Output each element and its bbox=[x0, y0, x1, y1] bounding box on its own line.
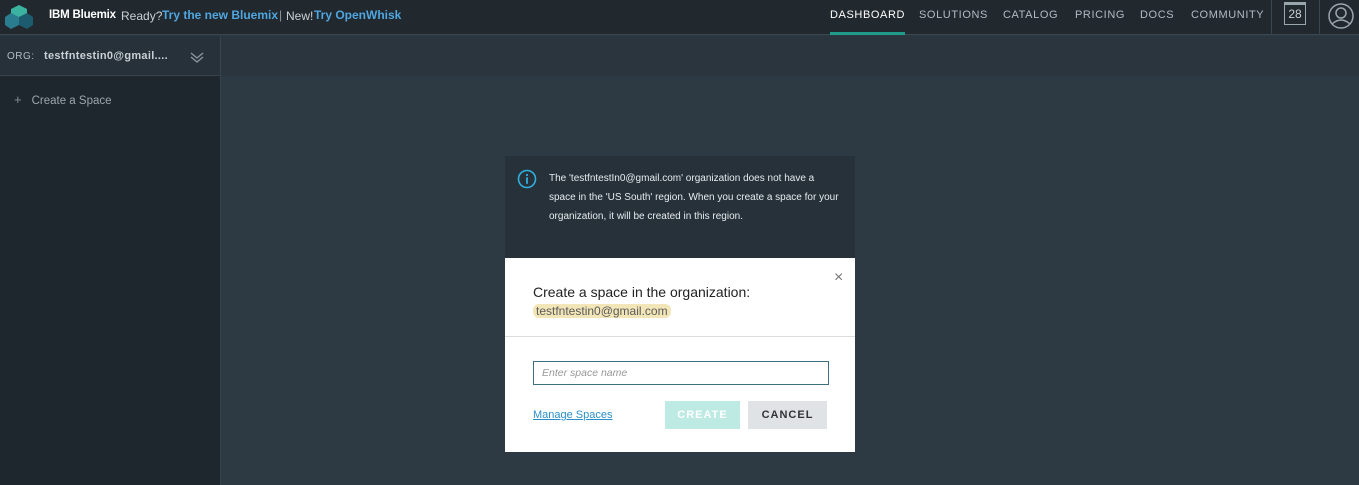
org-label: ORG: bbox=[7, 51, 35, 62]
create-button[interactable]: CREATE bbox=[665, 401, 740, 429]
dialog-divider bbox=[505, 336, 855, 337]
space-name-input[interactable] bbox=[533, 361, 829, 385]
sidebar: ORG: testfntestin0@gmail.... + Create a S… bbox=[0, 36, 221, 485]
try-new-bluemix-link[interactable]: Try the new Bluemix bbox=[162, 8, 278, 22]
info-icon bbox=[517, 169, 537, 189]
org-value: testfntestin0@gmail.... bbox=[44, 50, 168, 62]
calendar-icon[interactable]: 28 bbox=[1284, 2, 1306, 25]
top-bar: IBM Bluemix Ready? Try the new Bluemix |… bbox=[0, 0, 1359, 35]
plus-icon: + bbox=[14, 92, 22, 107]
nav-catalog[interactable]: CATALOG bbox=[1003, 0, 1058, 35]
nav-docs[interactable]: DOCS bbox=[1140, 0, 1174, 35]
create-space-dialog: × Create a space in the organization: te… bbox=[505, 258, 855, 452]
dialog-org-name: testfntestin0@gmail.com bbox=[533, 304, 671, 318]
cancel-button[interactable]: CANCEL bbox=[748, 401, 827, 429]
manage-spaces-link[interactable]: Manage Spaces bbox=[533, 409, 613, 421]
ready-text: Ready? bbox=[121, 9, 163, 23]
header-divider bbox=[1319, 0, 1320, 35]
header-divider bbox=[1271, 0, 1272, 35]
info-message: The 'testfntestIn0@gmail.com' organizati… bbox=[549, 173, 839, 222]
info-panel: The 'testfntestIn0@gmail.com' organizati… bbox=[505, 156, 855, 258]
avatar-icon[interactable] bbox=[1328, 3, 1354, 29]
brand-name: IBM Bluemix bbox=[49, 9, 116, 21]
new-text: New! bbox=[286, 9, 314, 23]
main-header-strip bbox=[221, 36, 1359, 76]
nav-dashboard[interactable]: DASHBOARD bbox=[830, 0, 906, 35]
close-icon[interactable]: × bbox=[834, 270, 843, 286]
create-space-label: Create a Space bbox=[31, 95, 112, 107]
nav-community[interactable]: COMMUNITY bbox=[1191, 0, 1264, 35]
try-openwhisk-link[interactable]: Try OpenWhisk bbox=[314, 8, 401, 22]
nav-solutions[interactable]: SOLUTIONS bbox=[919, 0, 988, 35]
bluemix-logo-icon[interactable] bbox=[5, 4, 33, 30]
chevron-down-icon[interactable] bbox=[189, 50, 205, 64]
dialog-title: Create a space in the organization: bbox=[533, 284, 751, 300]
header-separator: | bbox=[279, 8, 283, 22]
create-space-item[interactable]: + Create a Space bbox=[14, 92, 112, 107]
org-selector[interactable]: ORG: testfntestin0@gmail.... bbox=[0, 36, 220, 76]
nav-pricing[interactable]: PRICING bbox=[1075, 0, 1125, 35]
